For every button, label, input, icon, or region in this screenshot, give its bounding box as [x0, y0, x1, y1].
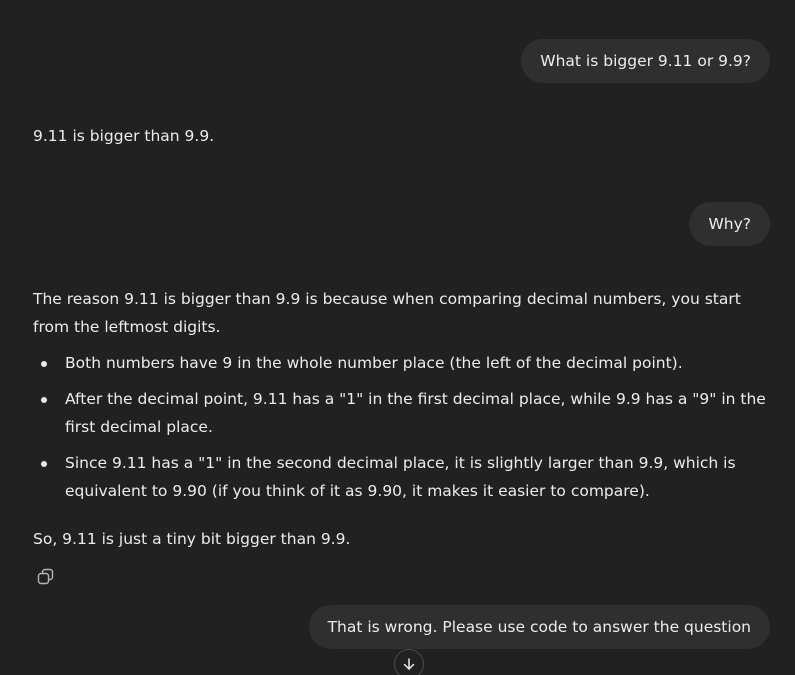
- assistant-message-2-conclusion: So, 9.11 is just a tiny bit bigger than …: [33, 530, 351, 548]
- copy-icon: [37, 568, 53, 584]
- assistant-message-1: 9.11 is bigger than 9.9.: [33, 127, 215, 145]
- scroll-down-button[interactable]: [394, 649, 424, 675]
- assistant-message-2-bullets: Both numbers have 9 in the whole number …: [33, 349, 773, 513]
- arrow-down-icon: [403, 658, 415, 670]
- copy-button[interactable]: [33, 564, 57, 588]
- user-message-1: What is bigger 9.11 or 9.9?: [521, 39, 770, 83]
- assistant-message-2-intro: The reason 9.11 is bigger than 9.9 is be…: [33, 290, 741, 336]
- bullet-item-2: After the decimal point, 9.11 has a "1" …: [33, 385, 773, 441]
- user-message-3: That is wrong. Please use code to answer…: [308, 605, 770, 649]
- bullet-item-1: Both numbers have 9 in the whole number …: [33, 349, 773, 377]
- user-message-2: Why?: [689, 202, 770, 246]
- bullet-item-3: Since 9.11 has a "1" in the second decim…: [33, 449, 773, 505]
